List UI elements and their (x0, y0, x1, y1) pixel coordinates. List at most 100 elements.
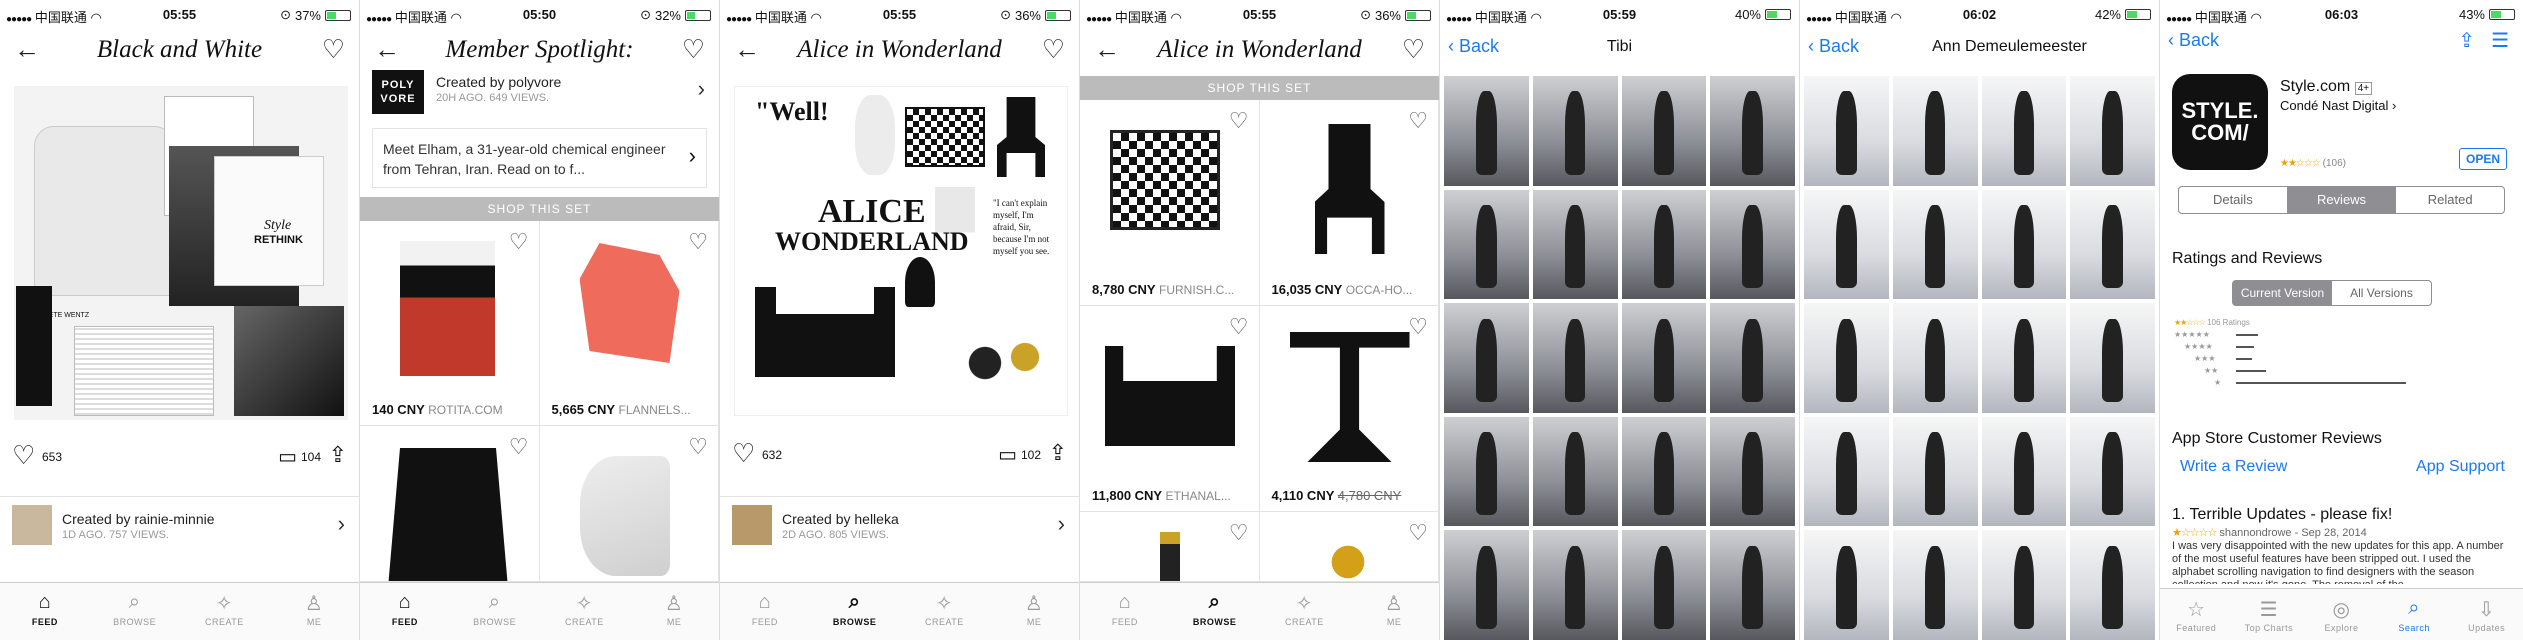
photo-thumbnail[interactable] (2070, 189, 2155, 300)
photo-thumbnail[interactable] (1804, 303, 1889, 413)
product-cell[interactable]: ♡ 8,780 CNY FURNISH.C... (1080, 100, 1260, 306)
tab-create[interactable]: ✧ CREATE (180, 583, 270, 640)
tab-me[interactable]: ♙ ME (629, 583, 719, 640)
tab-top-charts[interactable]: ☰ Top Charts (2233, 589, 2306, 640)
photo-thumbnail[interactable] (1621, 416, 1707, 527)
product-cell[interactable]: ♡ (539, 426, 719, 582)
photo-thumbnail[interactable] (2070, 76, 2155, 186)
share-icon[interactable]: ⇪ (2458, 28, 2475, 53)
photo-thumbnail[interactable] (2070, 416, 2155, 527)
tab-browse[interactable]: ⌕ BROWSE (450, 583, 540, 640)
photo-thumbnail[interactable] (1981, 189, 2067, 300)
photo-thumbnail[interactable] (1444, 189, 1529, 300)
photo-thumbnail[interactable] (1621, 76, 1707, 186)
product-cell[interactable]: ♡ 4,110 CNY 4,780 CNY (1259, 306, 1439, 512)
tab-create[interactable]: ✧ CREATE (900, 583, 990, 640)
tab-featured[interactable]: ☆ Featured (2160, 589, 2233, 640)
tab-feed[interactable]: ⌂ FEED (1080, 583, 1170, 640)
heart-icon[interactable]: ♡ (509, 434, 529, 460)
product-cell[interactable]: ♡ (1259, 512, 1439, 582)
heart-icon[interactable]: ♡ (1042, 34, 1065, 65)
segment-related[interactable]: Related (2396, 187, 2504, 213)
set-collage-image[interactable]: "Well! ALICE WONDERLAND "I can't explain … (734, 86, 1068, 416)
back-arrow-icon[interactable]: ← (734, 34, 760, 65)
tab-browse[interactable]: ⌕ BROWSE (90, 583, 180, 640)
list-icon[interactable]: ☰ (2491, 28, 2509, 53)
segment-all-versions[interactable]: All Versions (2332, 281, 2431, 305)
share-icon[interactable]: ⇪ (1049, 440, 1067, 466)
open-button[interactable]: OPEN (2458, 148, 2507, 170)
tab-feed[interactable]: ⌂ FEED (720, 583, 810, 640)
segment-details[interactable]: Details (2179, 187, 2288, 213)
photo-thumbnail[interactable] (1444, 530, 1529, 640)
back-button[interactable]: ‹ Back (1808, 36, 1859, 57)
comment-icon[interactable]: ▭ (998, 442, 1017, 467)
creator-row[interactable]: POLY VORE Created by polyvore 20H AGO. 64… (360, 66, 719, 118)
photo-thumbnail[interactable] (1444, 76, 1529, 186)
photo-thumbnail[interactable] (1710, 530, 1795, 640)
set-collage-image[interactable]: Style RETHINK PETE WENTZ (14, 86, 348, 420)
like-heart-icon[interactable]: ♡ (732, 438, 755, 469)
heart-icon[interactable]: ♡ (1408, 520, 1428, 546)
photo-thumbnail[interactable] (1444, 303, 1529, 413)
creator-row[interactable]: Created by rainie-minnie 1D AGO. 757 VIE… (0, 496, 359, 554)
tab-feed[interactable]: ⌂ FEED (0, 583, 90, 640)
tab-me[interactable]: ♙ ME (1349, 583, 1439, 640)
photo-thumbnail[interactable] (1532, 530, 1618, 640)
segment-current-version[interactable]: Current Version (2233, 281, 2332, 305)
back-arrow-icon[interactable]: ← (374, 34, 400, 65)
photo-thumbnail[interactable] (1621, 189, 1707, 300)
photo-thumbnail[interactable] (2070, 530, 2155, 640)
photo-thumbnail[interactable] (1892, 189, 1978, 300)
photo-thumbnail[interactable] (1532, 416, 1618, 527)
photo-thumbnail[interactable] (1532, 303, 1618, 413)
photo-thumbnail[interactable] (1621, 303, 1707, 413)
product-cell[interactable]: ♡ 11,800 CNY ETHANAL... (1080, 306, 1260, 512)
back-button[interactable]: ‹ Back (2168, 30, 2219, 51)
product-cell[interactable]: ♡ (1080, 512, 1260, 582)
photo-thumbnail[interactable] (1804, 76, 1889, 186)
photo-thumbnail[interactable] (1532, 189, 1618, 300)
photo-thumbnail[interactable] (1892, 303, 1978, 413)
photo-thumbnail[interactable] (1444, 416, 1529, 527)
tab-me[interactable]: ♙ ME (989, 583, 1079, 640)
heart-icon[interactable]: ♡ (688, 434, 708, 460)
photo-thumbnail[interactable] (1892, 76, 1978, 186)
heart-icon[interactable]: ♡ (509, 229, 529, 255)
write-review-link[interactable]: Write a Review (2180, 458, 2287, 476)
tab-browse[interactable]: ⌕ BROWSE (810, 583, 900, 640)
photo-thumbnail[interactable] (2070, 303, 2155, 413)
app-support-link[interactable]: App Support (2416, 458, 2505, 476)
back-arrow-icon[interactable]: ← (14, 34, 40, 65)
tab-search[interactable]: ⌕ Search (2378, 589, 2451, 640)
photo-thumbnail[interactable] (1981, 416, 2067, 527)
photo-thumbnail[interactable] (1710, 76, 1795, 186)
photo-thumbnail[interactable] (1710, 303, 1795, 413)
developer-name[interactable]: Condé Nast Digital › (2280, 98, 2396, 113)
heart-icon[interactable]: ♡ (1229, 314, 1249, 340)
product-cell[interactable]: ♡ 16,035 CNY OCCA-HO... (1259, 100, 1439, 306)
photo-thumbnail[interactable] (1804, 530, 1889, 640)
photo-thumbnail[interactable] (1892, 530, 1978, 640)
heart-icon[interactable]: ♡ (688, 229, 708, 255)
photo-thumbnail[interactable] (1981, 303, 2067, 413)
share-icon[interactable]: ⇪ (329, 442, 347, 468)
photo-thumbnail[interactable] (1804, 416, 1889, 527)
product-cell[interactable]: ♡ 5,665 CNY FLANNELS... (539, 221, 719, 426)
tab-browse[interactable]: ⌕ BROWSE (1170, 583, 1260, 640)
tab-feed[interactable]: ⌂ FEED (360, 583, 450, 640)
heart-icon[interactable]: ♡ (1408, 108, 1428, 134)
spotlight-description[interactable]: Meet Elham, a 31-year-old chemical engin… (372, 128, 707, 188)
photo-thumbnail[interactable] (1981, 76, 2067, 186)
back-arrow-icon[interactable]: ← (1094, 34, 1120, 65)
segment-reviews[interactable]: Reviews (2287, 187, 2397, 213)
comment-icon[interactable]: ▭ (278, 444, 297, 469)
heart-icon[interactable]: ♡ (1229, 108, 1249, 134)
product-cell[interactable]: ♡ 140 CNY ROTITA.COM (360, 221, 540, 426)
tab-create[interactable]: ✧ CREATE (540, 583, 630, 640)
tab-explore[interactable]: ◎ Explore (2305, 589, 2378, 640)
heart-icon[interactable]: ♡ (682, 34, 705, 65)
tab-updates[interactable]: ⇩ Updates (2450, 589, 2523, 640)
tab-me[interactable]: ♙ ME (269, 583, 359, 640)
product-cell[interactable]: ♡ (360, 426, 540, 582)
